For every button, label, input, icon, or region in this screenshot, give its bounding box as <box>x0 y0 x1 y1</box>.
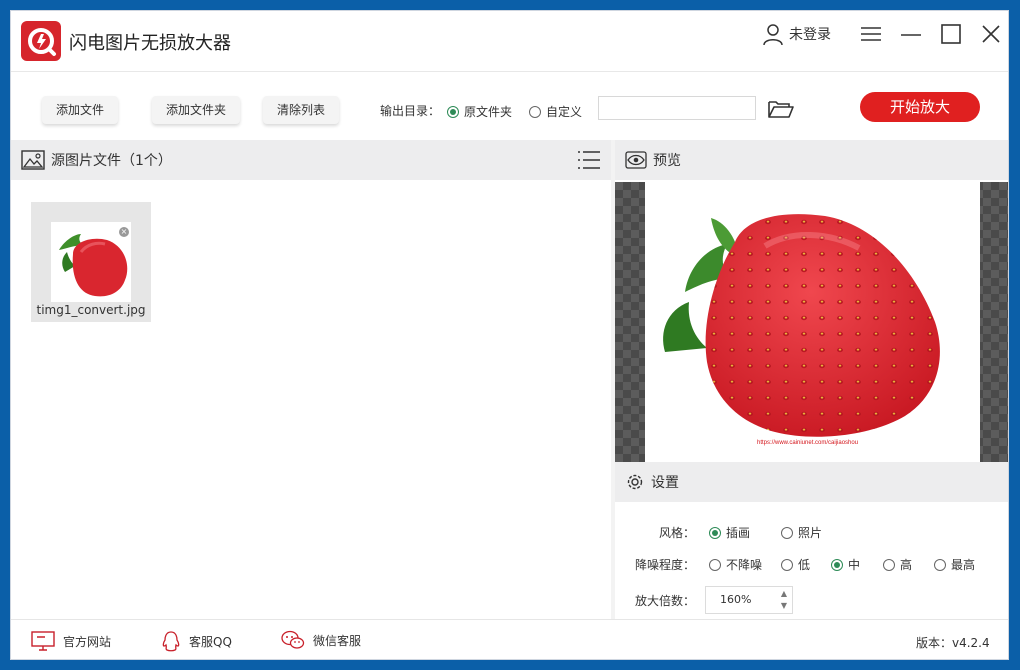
login-button[interactable]: 未登录 <box>761 21 831 47</box>
image-icon <box>21 150 45 170</box>
output-custom-radio[interactable]: 自定义 <box>529 103 582 120</box>
radio-label: 自定义 <box>546 105 583 119</box>
output-path-input[interactable] <box>598 96 756 120</box>
style-label: 风格： <box>658 526 695 540</box>
qq-label: 客服QQ <box>189 634 232 649</box>
close-button[interactable] <box>977 21 1005 47</box>
radio-label: 不降噪 <box>726 558 763 572</box>
qq-support-link[interactable]: 客服QQ <box>161 630 232 652</box>
add-file-button[interactable]: 添加文件 <box>42 96 119 124</box>
app-title: 闪电图片无损放大器 <box>69 33 231 54</box>
add-folder-button[interactable]: 添加文件夹 <box>152 96 241 124</box>
wechat-icon <box>281 630 305 649</box>
source-files-header: 源图片文件（1个） <box>11 140 611 180</box>
user-label: 未登录 <box>789 27 831 43</box>
output-dir-label: 输出目录： <box>380 104 441 118</box>
noise-label: 降噪程度： <box>634 558 695 572</box>
preview-watermark: https://www.cainiunet.com/caijiaoshou <box>757 440 858 446</box>
menu-icon <box>861 27 881 41</box>
eye-icon <box>625 151 647 169</box>
app-window: 闪电图片无损放大器 未登录 添加文件 添加文件夹 清除列表 输出目录： 原文件夹… <box>10 10 1009 660</box>
noise-medium-radio[interactable]: 中 <box>831 556 860 573</box>
title-bar: 闪电图片无损放大器 未登录 <box>11 11 1008 72</box>
right-panel: 预览 https://www.cainiunet.com/caijiaoshou… <box>615 140 1008 619</box>
website-label: 官方网站 <box>63 634 112 649</box>
maximize-button[interactable] <box>937 21 965 47</box>
browse-folder-button[interactable] <box>767 96 795 122</box>
decrement-icon[interactable]: ▼ <box>779 600 789 612</box>
noise-highest-radio[interactable]: 最高 <box>934 556 975 573</box>
user-icon <box>763 24 783 46</box>
qq-icon <box>162 631 180 652</box>
radio-label: 原文件夹 <box>464 105 513 119</box>
increment-icon[interactable]: ▲ <box>779 588 789 600</box>
file-thumbnail-card[interactable]: × timg1_convert.jpg <box>31 202 151 322</box>
noise-low-radio[interactable]: 低 <box>781 556 810 573</box>
scale-value: 160% <box>720 593 752 606</box>
file-name: timg1_convert.jpg <box>36 303 146 317</box>
source-files-panel: 源图片文件（1个） × timg1_convert.jpg <box>11 140 611 619</box>
close-icon <box>982 25 1000 43</box>
settings-title: 设置 <box>651 475 679 491</box>
radio-label: 高 <box>900 558 913 572</box>
minimize-button[interactable] <box>897 21 925 47</box>
settings-body: 风格： 插画 照片 降噪程度： 不降噪 低 中 高 最高 放大倍数： 160% … <box>615 502 1008 619</box>
radio-indicator <box>709 558 721 571</box>
scale-stepper[interactable]: 160% ▲ ▼ <box>705 586 793 614</box>
radio-indicator <box>934 558 946 571</box>
source-files-title: 源图片文件（1个） <box>51 153 172 169</box>
radio-indicator <box>781 526 793 539</box>
style-illustration-radio[interactable]: 插画 <box>709 524 750 541</box>
radio-indicator <box>709 526 721 539</box>
list-view-button[interactable] <box>577 149 603 171</box>
preview-header: 预览 <box>615 140 1008 180</box>
scale-label: 放大倍数： <box>634 594 695 608</box>
clear-list-button[interactable]: 清除列表 <box>263 96 340 124</box>
footer: 官方网站 客服QQ 微信客服 版本：v4.2.4 <box>11 619 1008 659</box>
gear-icon <box>627 474 643 490</box>
wechat-label: 微信客服 <box>313 633 362 648</box>
output-original-folder-radio[interactable]: 原文件夹 <box>447 103 512 120</box>
maximize-icon <box>941 24 961 44</box>
noise-high-radio[interactable]: 高 <box>883 556 912 573</box>
official-website-link[interactable]: 官方网站 <box>31 630 111 652</box>
radio-label: 照片 <box>798 526 823 540</box>
version-label: 版本：v4.2.4 <box>916 636 990 650</box>
radio-indicator <box>529 105 541 118</box>
settings-header: 设置 <box>615 462 1008 502</box>
toolbar: 添加文件 添加文件夹 清除列表 输出目录： 原文件夹 自定义 开始放大 <box>11 72 1008 140</box>
radio-indicator <box>831 558 843 571</box>
radio-label: 低 <box>798 558 811 572</box>
radio-indicator <box>883 558 895 571</box>
monitor-icon <box>31 631 55 651</box>
radio-label: 插画 <box>726 526 751 540</box>
remove-file-button[interactable]: × <box>119 227 129 237</box>
radio-indicator <box>447 105 459 118</box>
radio-label: 中 <box>848 558 861 572</box>
list-icon <box>578 151 600 169</box>
menu-button[interactable] <box>857 21 885 47</box>
style-photo-radio[interactable]: 照片 <box>781 524 822 541</box>
app-logo-icon <box>21 21 61 61</box>
minimize-icon <box>901 34 921 36</box>
start-enlarge-button[interactable]: 开始放大 <box>860 92 980 122</box>
folder-open-icon <box>768 101 794 118</box>
radio-indicator <box>781 558 793 571</box>
wechat-support-link[interactable]: 微信客服 <box>281 630 361 650</box>
noise-none-radio[interactable]: 不降噪 <box>709 556 762 573</box>
radio-label: 最高 <box>951 558 976 572</box>
preview-canvas: https://www.cainiunet.com/caijiaoshou <box>615 182 1008 462</box>
preview-title: 预览 <box>653 153 681 169</box>
